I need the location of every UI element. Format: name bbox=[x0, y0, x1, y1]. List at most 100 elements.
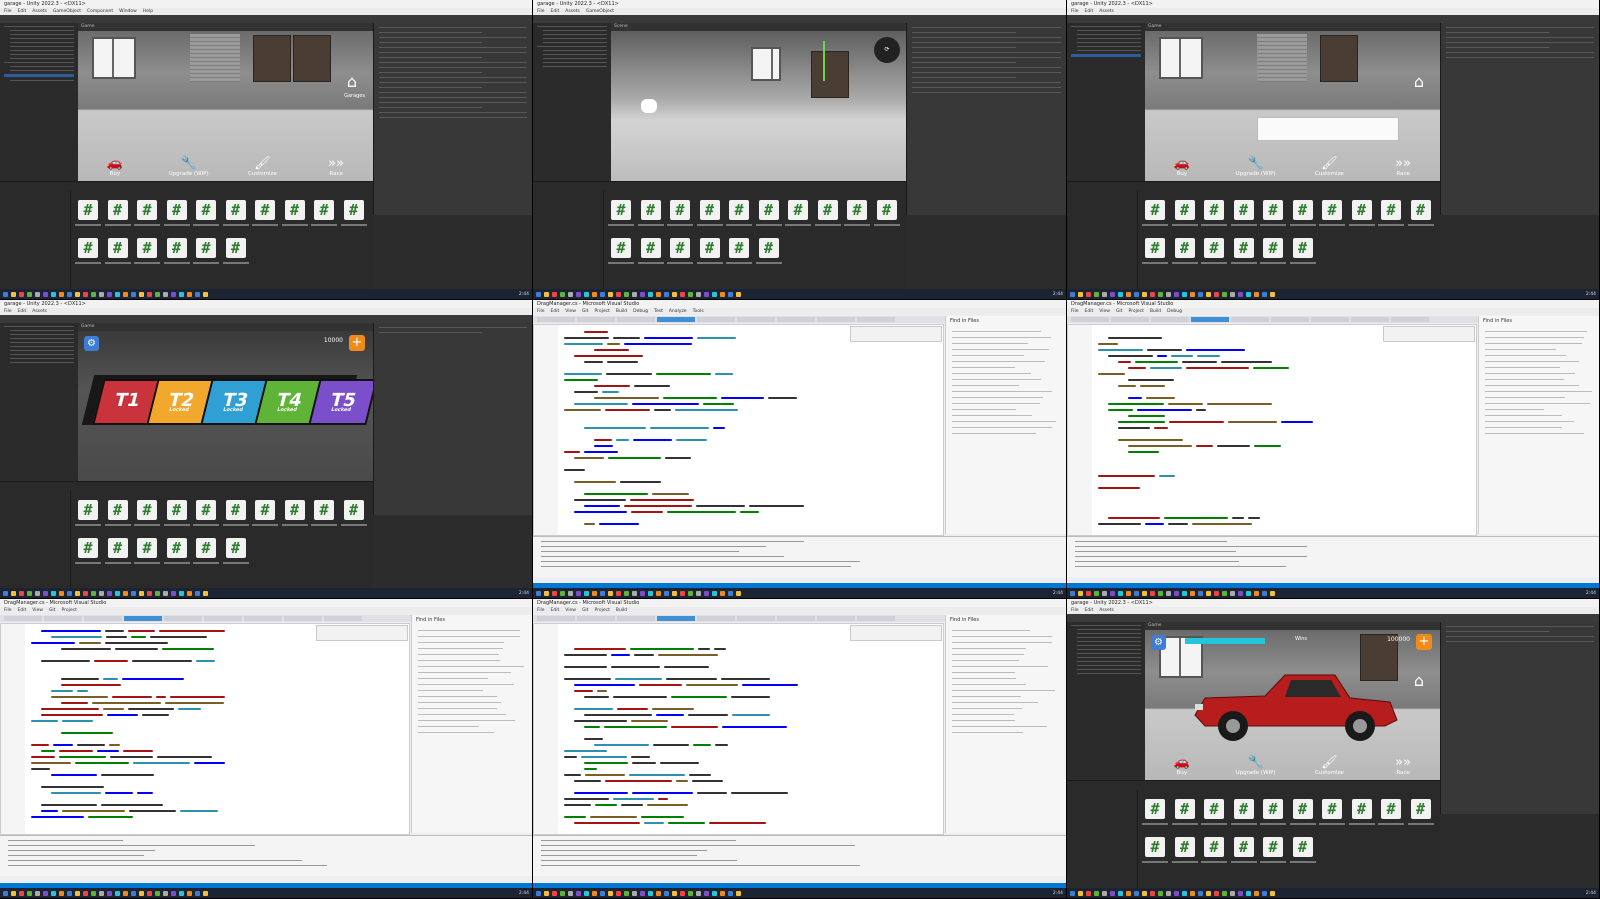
taskbar-app-icon[interactable] bbox=[67, 890, 72, 896]
project-tree[interactable] bbox=[533, 191, 604, 289]
taskbar-app-icon[interactable] bbox=[552, 291, 557, 297]
script-file[interactable]: # bbox=[1348, 200, 1382, 226]
plus-icon[interactable]: + bbox=[1416, 634, 1432, 650]
taskbar-app-icon[interactable] bbox=[1158, 291, 1163, 297]
script-file[interactable]: # bbox=[637, 238, 671, 264]
taskbar-app-icon[interactable] bbox=[712, 291, 717, 297]
taskbar-app-icon[interactable] bbox=[43, 890, 48, 896]
terminal-panel[interactable] bbox=[1067, 536, 1599, 577]
taskbar-app-icon[interactable] bbox=[632, 890, 637, 896]
taskbar-app-icon[interactable] bbox=[552, 890, 557, 896]
taskbar-app-icon[interactable] bbox=[171, 890, 176, 896]
taskbar-app-icon[interactable] bbox=[584, 590, 589, 596]
document-tab[interactable] bbox=[577, 616, 615, 621]
taskbar-app-icon[interactable] bbox=[1110, 590, 1115, 596]
taskbar-app-icon[interactable] bbox=[592, 291, 597, 297]
script-file[interactable]: # bbox=[104, 200, 138, 226]
script-file[interactable]: # bbox=[873, 200, 907, 226]
script-file[interactable]: # bbox=[1289, 837, 1323, 863]
taskbar-app-icon[interactable] bbox=[19, 291, 24, 297]
find-box[interactable] bbox=[850, 625, 942, 641]
taskbar-app-icon[interactable] bbox=[608, 890, 613, 896]
customize-button[interactable]: 🖌 Customize bbox=[237, 157, 287, 178]
taskbar-app-icon[interactable] bbox=[1222, 890, 1227, 896]
taskbar-app-icon[interactable] bbox=[155, 890, 160, 896]
taskbar-app-icon[interactable] bbox=[608, 590, 613, 596]
taskbar-app-icon[interactable] bbox=[203, 291, 208, 297]
taskbar-app-icon[interactable] bbox=[672, 590, 677, 596]
taskbar-app-icon[interactable] bbox=[195, 291, 200, 297]
script-file[interactable]: # bbox=[755, 200, 789, 226]
taskbar-app-icon[interactable] bbox=[672, 291, 677, 297]
taskbar-app-icon[interactable] bbox=[1118, 890, 1123, 896]
document-tabs[interactable] bbox=[533, 615, 946, 622]
taskbar-app-icon[interactable] bbox=[51, 291, 56, 297]
taskbar-app-icon[interactable] bbox=[131, 291, 136, 297]
taskbar-app-icon[interactable] bbox=[179, 890, 184, 896]
taskbar-app-icon[interactable] bbox=[179, 291, 184, 297]
project-panel[interactable]: # # # # # # # # # # # # # # # # bbox=[1067, 181, 1440, 289]
inspector-panel[interactable] bbox=[906, 23, 1066, 215]
taskbar-app-icon[interactable] bbox=[1102, 291, 1107, 297]
race-button[interactable]: »» Race bbox=[1378, 756, 1428, 777]
inspector-panel[interactable] bbox=[1440, 622, 1599, 814]
document-tab[interactable] bbox=[124, 616, 162, 621]
upgrade-button[interactable]: 🔧 Upgrade (WIP) bbox=[1231, 157, 1281, 178]
taskbar-app-icon[interactable] bbox=[624, 291, 629, 297]
script-file[interactable]: # bbox=[1230, 238, 1264, 264]
game-view[interactable]: ⌂ 🚗 Buy 🔧 Upgrade (WIP) 🖌 Customize »» Race bbox=[1145, 31, 1440, 181]
taskbar-app-icon[interactable] bbox=[147, 890, 152, 896]
taskbar-app-icon[interactable] bbox=[59, 291, 64, 297]
menu-window[interactable]: Window bbox=[119, 9, 137, 14]
document-tab[interactable] bbox=[697, 616, 735, 621]
hierarchy-panel[interactable] bbox=[533, 23, 612, 181]
taskbar-app-icon[interactable] bbox=[1214, 590, 1219, 596]
taskbar-app-icon[interactable] bbox=[99, 291, 104, 297]
taskbar-app-icon[interactable] bbox=[592, 590, 597, 596]
taskbar-app-icon[interactable] bbox=[1166, 590, 1171, 596]
document-tabs[interactable] bbox=[1067, 316, 1479, 323]
project-tree[interactable] bbox=[1067, 790, 1138, 888]
document-tab[interactable] bbox=[1111, 317, 1149, 322]
find-box[interactable] bbox=[850, 326, 942, 342]
taskbar-app-icon[interactable] bbox=[83, 890, 88, 896]
taskbar-app-icon[interactable] bbox=[544, 291, 549, 297]
taskbar-app-icon[interactable] bbox=[123, 291, 128, 297]
taskbar-app-icon[interactable] bbox=[171, 291, 176, 297]
script-file[interactable]: # bbox=[1260, 799, 1293, 825]
script-file[interactable]: # bbox=[1289, 238, 1323, 264]
taskbar-app-icon[interactable] bbox=[35, 291, 40, 297]
inspector-panel[interactable] bbox=[373, 23, 532, 215]
menu-assets[interactable]: Assets bbox=[32, 9, 47, 14]
taskbar-app-icon[interactable] bbox=[11, 590, 16, 596]
taskbar-app-icon[interactable] bbox=[195, 590, 200, 596]
taskbar-app-icon[interactable] bbox=[11, 890, 16, 896]
taskbar-app-icon[interactable] bbox=[704, 590, 709, 596]
hierarchy-panel[interactable] bbox=[0, 23, 79, 181]
taskbar-app-icon[interactable] bbox=[1134, 590, 1139, 596]
menu-edit[interactable]: Edit bbox=[18, 9, 27, 14]
document-tab[interactable] bbox=[777, 616, 815, 621]
script-file[interactable]: # bbox=[163, 200, 197, 226]
game-tab-strip[interactable]: Game bbox=[1145, 622, 1440, 630]
document-tab[interactable] bbox=[857, 616, 895, 621]
taskbar-app-icon[interactable] bbox=[187, 590, 192, 596]
menu-component[interactable]: Component bbox=[87, 9, 113, 14]
script-file[interactable]: # bbox=[1142, 837, 1175, 863]
taskbar-app-icon[interactable] bbox=[552, 590, 557, 596]
taskbar-app-icon[interactable] bbox=[107, 890, 112, 896]
script-file[interactable]: # bbox=[1289, 799, 1323, 825]
taskbar-app-icon[interactable] bbox=[131, 590, 136, 596]
script-file[interactable]: # bbox=[193, 500, 226, 526]
taskbar-app-icon[interactable] bbox=[35, 890, 40, 896]
taskbar-app-icon[interactable] bbox=[1094, 890, 1099, 896]
script-file[interactable]: # bbox=[163, 538, 197, 564]
script-file[interactable]: # bbox=[1260, 837, 1293, 863]
script-file[interactable]: # bbox=[1378, 200, 1411, 226]
script-file[interactable]: # bbox=[281, 500, 315, 526]
taskbar-app-icon[interactable] bbox=[1094, 291, 1099, 297]
taskbar-app-icon[interactable] bbox=[27, 890, 32, 896]
taskbar-app-icon[interactable] bbox=[1110, 890, 1115, 896]
script-file[interactable]: # bbox=[1289, 200, 1323, 226]
document-tabs[interactable] bbox=[0, 615, 412, 622]
